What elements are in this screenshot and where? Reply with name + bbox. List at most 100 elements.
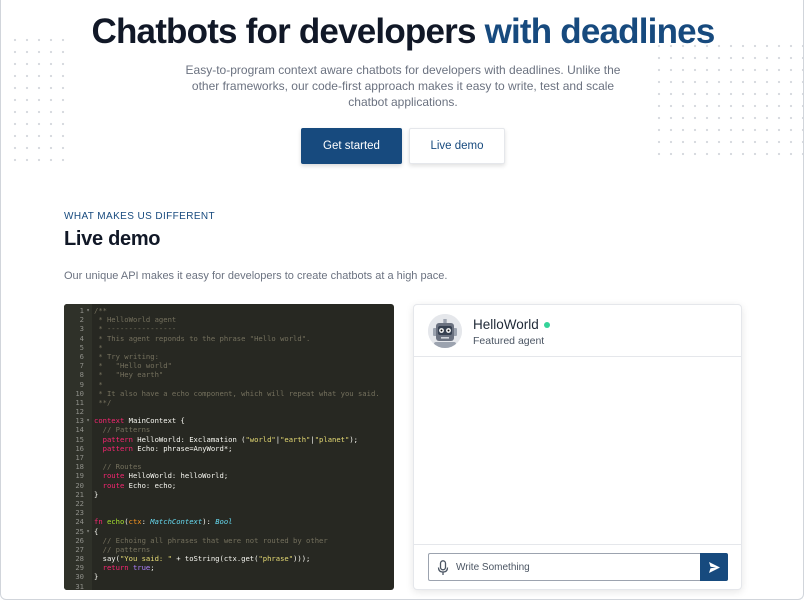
- get-started-button[interactable]: Get started: [301, 128, 402, 164]
- line-number: 21: [75, 489, 84, 499]
- fold-toggle-icon: [84, 334, 92, 343]
- code-text: pattern HelloWorld: Exclamation ("world"…: [102, 434, 358, 444]
- fold-toggle-icon: [84, 361, 92, 370]
- code-lines: 1 ▾/** 2 * HelloWorld agent 3 * -----------…: [64, 306, 394, 590]
- line-number: 31: [75, 581, 84, 590]
- line-number: 23: [75, 508, 84, 518]
- code-text: }: [94, 489, 99, 499]
- code-line: 30}: [64, 572, 394, 581]
- code-text: *: [94, 342, 103, 352]
- code-line: 23: [64, 508, 394, 517]
- line-number: 11: [75, 397, 84, 407]
- section-description: Our unique API makes it easy for develop…: [64, 270, 448, 282]
- code-line: 12: [64, 407, 394, 416]
- code-text: * It also have a echo component, which w…: [94, 388, 380, 398]
- line-number: 15: [75, 434, 84, 444]
- fold-toggle-icon: [84, 471, 92, 480]
- line-number: 9: [79, 379, 84, 389]
- fold-toggle-icon: [84, 352, 92, 361]
- line-number: 7: [79, 361, 84, 371]
- line-number: 4: [79, 333, 84, 343]
- page: Chatbots for developers with deadlines E…: [0, 0, 804, 600]
- fold-toggle-icon: [84, 536, 92, 545]
- fold-toggle-icon: [84, 508, 92, 517]
- hero-title-main: Chatbots for developers: [91, 12, 485, 51]
- section-title: Live demo: [64, 228, 161, 250]
- fold-toggle-icon: [84, 517, 92, 526]
- code-text: **/: [94, 397, 112, 407]
- code-line: 8 * "Hey earth": [64, 370, 394, 379]
- code-text: // patterns: [94, 544, 151, 554]
- code-text: say("You said: " + toString(ctx.get("phr…: [94, 554, 311, 564]
- code-text: pattern Echo: phrase=AnyWord*;: [102, 443, 233, 453]
- code-line: 2 * HelloWorld agent: [64, 315, 394, 324]
- code-text: route Echo: echo;: [102, 480, 177, 490]
- line-number: 17: [75, 453, 84, 462]
- line-number: 18: [75, 462, 84, 472]
- chat-widget: HelloWorld Featured agent: [413, 304, 742, 590]
- agent-role: Featured agent: [473, 335, 545, 347]
- fold-toggle-icon: [84, 425, 92, 434]
- code-line: 31: [64, 582, 394, 590]
- code-line: 28 say("You said: " + toString(ctx.get("…: [64, 554, 394, 563]
- fold-toggle-icon: [84, 370, 92, 379]
- live-demo-button[interactable]: Live demo: [409, 128, 505, 164]
- online-status-dot: [544, 322, 550, 328]
- fold-toggle-icon: [84, 398, 92, 407]
- fold-toggle-icon: [84, 315, 92, 324]
- code-line: 24 fn echo(ctx: MatchContext): Bool: [64, 517, 394, 526]
- code-line: 20 route Echo: echo;: [64, 481, 394, 490]
- microphone-icon[interactable]: [437, 560, 449, 576]
- line-number: 3: [79, 324, 84, 334]
- send-icon: [708, 561, 720, 573]
- code-line: 1 ▾/**: [64, 306, 394, 315]
- fold-toggle-icon: [84, 462, 92, 471]
- fold-toggle-icon: [84, 407, 92, 416]
- line-number: 6: [79, 351, 84, 361]
- dot-pattern-left: [9, 34, 73, 166]
- fold-toggle-icon: [84, 481, 92, 490]
- fold-toggle-icon[interactable]: ▾: [84, 527, 92, 536]
- hero-title: Chatbots for developers with deadlines: [1, 12, 803, 52]
- fold-toggle-icon[interactable]: ▾: [84, 306, 92, 315]
- code-line: 4 * This agent reponds to the phrase "He…: [64, 334, 394, 343]
- send-button[interactable]: [700, 553, 728, 581]
- code-text: return true;: [102, 563, 155, 573]
- line-number: 1: [79, 306, 84, 315]
- code-text: * "Hello world": [94, 361, 172, 371]
- hero-subtitle: Easy-to-program context aware chatbots f…: [185, 63, 621, 109]
- code-line: 10 * It also have a echo component, whic…: [64, 389, 394, 398]
- code-line: 14 // Patterns: [64, 425, 394, 434]
- code-editor[interactable]: 1 ▾/** 2 * HelloWorld agent 3 * -----------…: [64, 304, 394, 590]
- fold-toggle-icon: [84, 572, 92, 581]
- code-line: 7 * "Hello world": [64, 361, 394, 370]
- code-line: 3 * ----------------: [64, 324, 394, 333]
- section-eyebrow: WHAT MAKES US DIFFERENT: [64, 211, 216, 222]
- code-text: * ----------------: [94, 324, 177, 334]
- agent-name: HelloWorld: [473, 317, 539, 332]
- fold-toggle-icon: [84, 380, 92, 389]
- code-text: * This agent reponds to the phrase "Hell…: [94, 333, 311, 343]
- line-number: 2: [79, 315, 84, 325]
- code-line: 9 *: [64, 380, 394, 389]
- code-line: 21}: [64, 490, 394, 499]
- code-line: 6 * Try writing:: [64, 352, 394, 361]
- code-text: route HelloWorld: helloWorld;: [102, 471, 229, 481]
- line-number: 19: [75, 471, 84, 481]
- chat-input[interactable]: [456, 557, 696, 577]
- fold-toggle-icon: [84, 343, 92, 352]
- fold-toggle-icon: [84, 389, 92, 398]
- chat-input-wrapper: [428, 553, 701, 581]
- hero-title-accent: with deadlines: [484, 12, 716, 51]
- code-text: // Echoing all phrases that were not rou…: [94, 535, 328, 545]
- code-text: context MainContext {: [94, 416, 185, 426]
- code-line: 19 route HelloWorld: helloWorld;: [64, 471, 394, 480]
- line-number: 25: [75, 526, 84, 536]
- chat-header: HelloWorld Featured agent: [414, 305, 741, 357]
- code-text: // Routes: [94, 462, 142, 472]
- code-line: 17: [64, 453, 394, 462]
- fold-toggle-icon[interactable]: ▾: [84, 416, 92, 425]
